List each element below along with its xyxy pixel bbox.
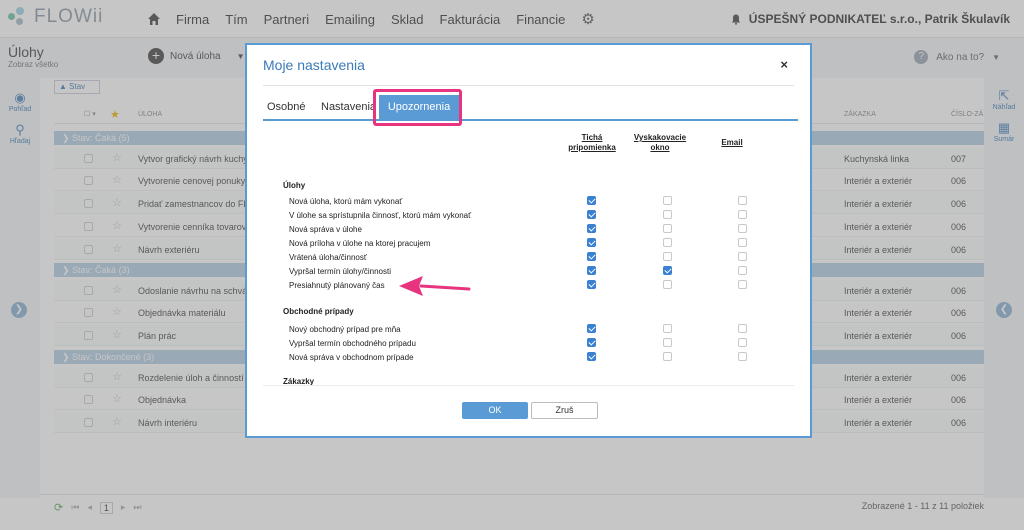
quiet-checkbox[interactable]: [587, 196, 596, 205]
popup-checkbox[interactable]: [663, 324, 672, 333]
popup-checkbox[interactable]: [663, 210, 672, 219]
popup-checkbox[interactable]: [663, 196, 672, 205]
column-email: Email: [721, 138, 743, 147]
quiet-checkbox[interactable]: [587, 266, 596, 275]
popup-checkbox[interactable]: [663, 352, 672, 361]
option-label: Presiahnutý plánovaný čas: [289, 281, 385, 290]
ok-button[interactable]: OK: [462, 402, 528, 419]
tab-settings[interactable]: Nastavenia: [321, 101, 376, 113]
email-checkbox[interactable]: [738, 266, 747, 275]
quiet-checkbox[interactable]: [587, 280, 596, 289]
option-label: Nová úloha, ktorú mám vykonať: [289, 197, 403, 206]
quiet-checkbox[interactable]: [587, 338, 596, 347]
section-orders: Zákazky: [283, 377, 315, 385]
quiet-checkbox[interactable]: [587, 324, 596, 333]
popup-checkbox[interactable]: [663, 338, 672, 347]
option-label: Vrátená úloha/činnosť: [289, 253, 367, 262]
quiet-checkbox[interactable]: [587, 352, 596, 361]
pointer-arrow-icon: [399, 276, 471, 296]
email-checkbox[interactable]: [738, 210, 747, 219]
quiet-checkbox[interactable]: [587, 238, 596, 247]
settings-modal: Moje nastavenia × Osobné Nastavenia Upoz…: [245, 43, 812, 438]
option-label: V úlohe sa sprístupnila činnosť, ktorú m…: [289, 211, 472, 220]
scroll-divider: [263, 385, 794, 386]
email-checkbox[interactable]: [738, 280, 747, 289]
email-checkbox[interactable]: [738, 238, 747, 247]
section-deals: Obchodné prípady: [283, 307, 354, 316]
option-label: Nová správa v obchodnom prípade: [289, 353, 414, 362]
popup-checkbox[interactable]: [663, 238, 672, 247]
popup-checkbox[interactable]: [663, 252, 672, 261]
quiet-checkbox[interactable]: [587, 224, 596, 233]
email-checkbox[interactable]: [738, 196, 747, 205]
email-checkbox[interactable]: [738, 352, 747, 361]
tab-personal[interactable]: Osobné: [267, 101, 306, 113]
modal-title: Moje nastavenia: [263, 57, 365, 73]
section-tasks: Úlohy: [283, 181, 306, 190]
section-orders-clip: Zákazky: [263, 377, 794, 385]
quiet-checkbox[interactable]: [587, 210, 596, 219]
column-quiet-reminder: Tichá pripomienka: [568, 133, 616, 152]
cancel-button[interactable]: Zruš: [531, 402, 598, 419]
option-label: Vypršal termín úlohy/činnosti: [289, 267, 391, 276]
email-checkbox[interactable]: [738, 338, 747, 347]
modal-divider: [263, 85, 794, 86]
email-checkbox[interactable]: [738, 224, 747, 233]
option-label: Vypršal termín obchodného prípadu: [289, 339, 416, 348]
popup-checkbox[interactable]: [663, 280, 672, 289]
column-popup: Vyskakovacie okno: [633, 133, 687, 152]
popup-checkbox[interactable]: [663, 266, 672, 275]
email-checkbox[interactable]: [738, 324, 747, 333]
email-checkbox[interactable]: [738, 252, 747, 261]
option-label: Nová správa v úlohe: [289, 225, 362, 234]
settings-tabs: Osobné Nastavenia Upozornenia: [263, 95, 798, 121]
close-icon[interactable]: ×: [780, 57, 788, 72]
popup-checkbox[interactable]: [663, 224, 672, 233]
highlight-box: [373, 89, 462, 126]
option-label: Nová príloha v úlohe na ktorej pracujem: [289, 239, 431, 248]
quiet-checkbox[interactable]: [587, 252, 596, 261]
option-label: Nový obchodný prípad pre mňa: [289, 325, 401, 334]
